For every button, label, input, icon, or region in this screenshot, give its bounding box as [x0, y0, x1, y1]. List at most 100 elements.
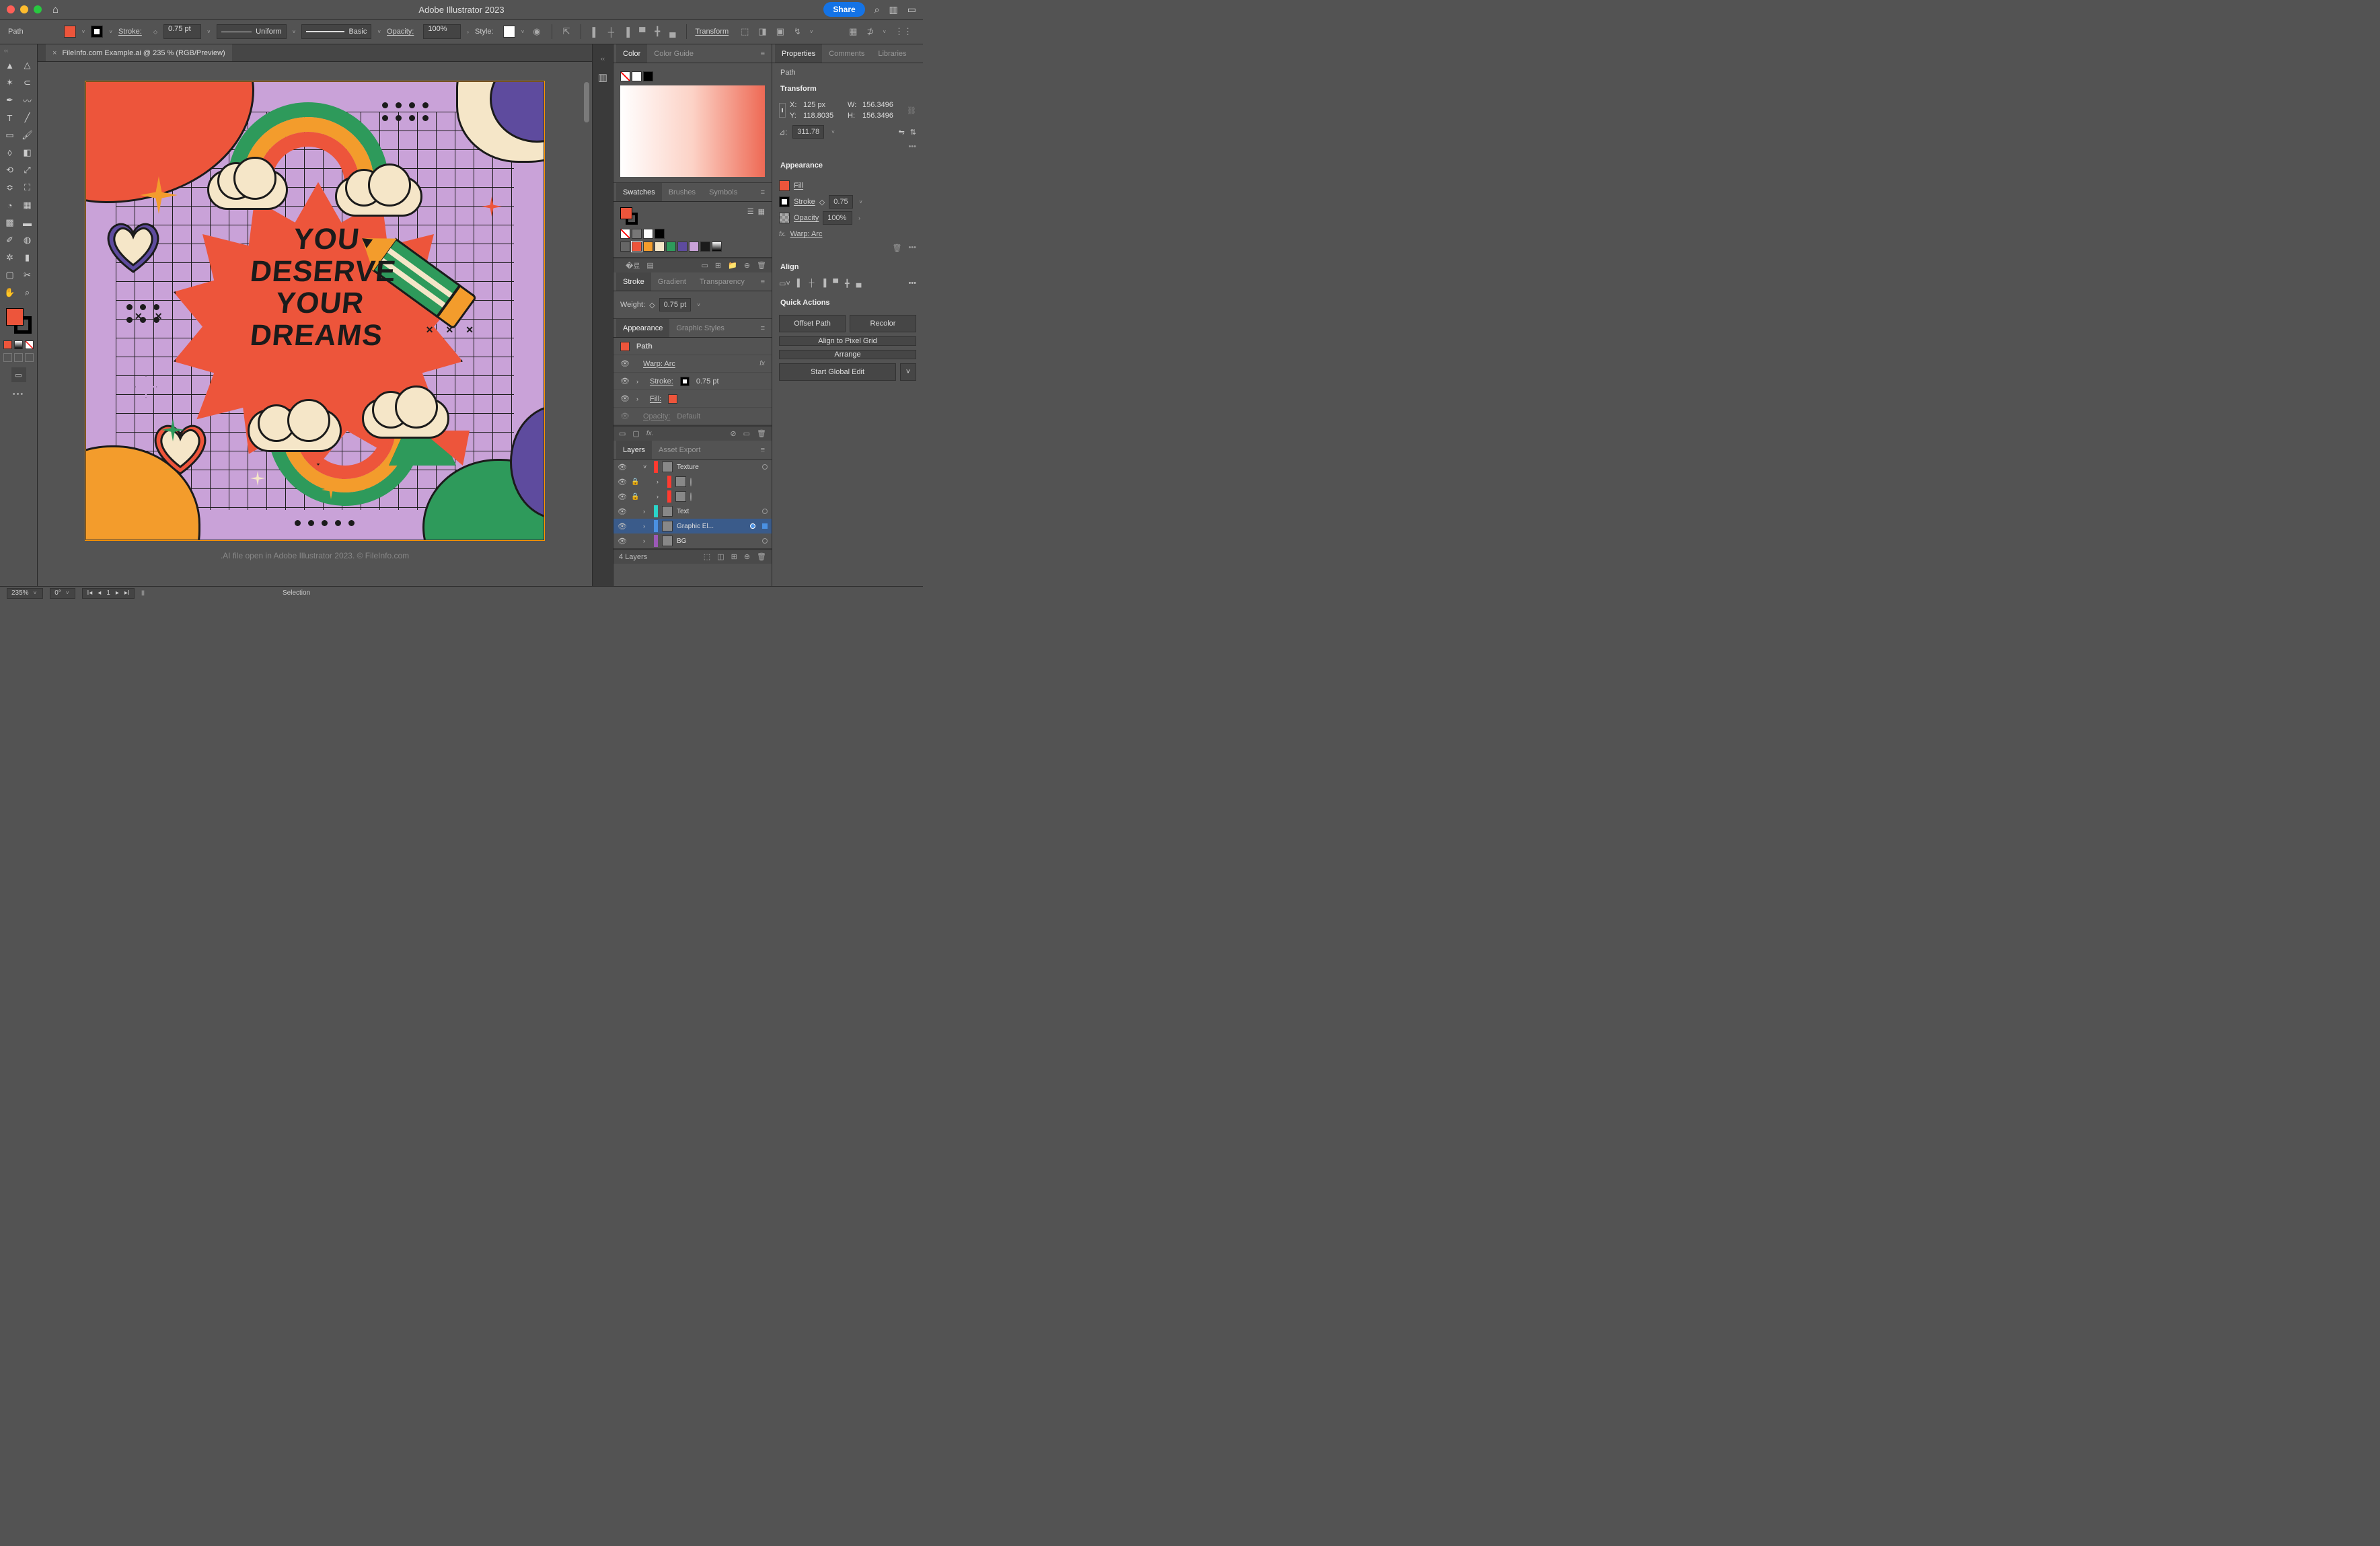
variable-width-profile[interactable]: Uniform: [217, 24, 287, 39]
align-top-icon[interactable]: ▀: [833, 279, 838, 288]
link-wh-icon[interactable]: ⛓: [907, 106, 916, 115]
stroke-weight-input[interactable]: 0.75 pt: [163, 24, 201, 39]
tab-transparency[interactable]: Transparency: [693, 272, 751, 291]
h-input[interactable]: 156.3496: [862, 112, 903, 120]
direct-selection-tool-icon[interactable]: △: [20, 58, 35, 73]
align-bottom-icon[interactable]: ▄: [667, 27, 678, 37]
align-pixel-grid-button[interactable]: Align to Pixel Grid: [779, 336, 916, 346]
rotate-view[interactable]: 0°˅: [50, 588, 75, 599]
target-icon[interactable]: [690, 478, 692, 486]
align-to-icon[interactable]: ▭˅: [779, 279, 790, 288]
recolor-artwork-icon[interactable]: ◉: [530, 26, 543, 37]
draw-inside-icon[interactable]: [25, 353, 34, 362]
caret-icon[interactable]: ˅: [291, 29, 298, 35]
chevron-icon[interactable]: ›: [643, 538, 650, 544]
panel-collapse-icon[interactable]: ‹‹: [1, 47, 8, 54]
free-transform-tool-icon[interactable]: ⛶: [20, 180, 35, 195]
visibility-icon[interactable]: 👁: [618, 537, 627, 546]
chevron-right-icon[interactable]: ›: [636, 378, 643, 385]
align-left-icon[interactable]: ▌: [797, 279, 803, 288]
fill-color-icon[interactable]: [6, 308, 24, 326]
symbol-sprayer-tool-icon[interactable]: ✲: [3, 250, 17, 265]
align-top-icon[interactable]: ▀: [636, 27, 648, 37]
new-sublayer-icon[interactable]: ⊞: [731, 552, 737, 561]
flip-vertical-icon[interactable]: ⇅: [910, 128, 916, 137]
locate-object-icon[interactable]: ⬚: [704, 552, 710, 561]
lock-icon[interactable]: 🔒: [631, 478, 639, 486]
caret-icon[interactable]: ˅: [695, 302, 702, 308]
color-spectrum[interactable]: [620, 85, 765, 177]
delete-swatch-icon[interactable]: 🗑: [757, 261, 766, 270]
layer-row[interactable]: 👁›Graphic El...: [613, 519, 772, 533]
align-left-icon[interactable]: ▌: [589, 27, 601, 37]
tab-stroke[interactable]: Stroke: [616, 272, 651, 291]
pixel-snap-icon[interactable]: ▦: [846, 26, 860, 37]
artboard[interactable]: ✕✕✕ ✕✕ YOU DESERVE YOUR DREAMS: [86, 82, 544, 540]
panel-menu-icon[interactable]: ≡: [757, 188, 769, 196]
expand-dock-icon[interactable]: ‹‹: [601, 55, 605, 62]
caret-icon[interactable]: ˅: [375, 29, 383, 35]
artboard-nav[interactable]: I◂◂1▸▸I: [82, 588, 134, 599]
new-folder-icon[interactable]: 📁: [728, 261, 737, 270]
shape-builder-tool-icon[interactable]: ◔: [3, 198, 17, 213]
type-tool-icon[interactable]: T: [3, 110, 17, 125]
align-icon[interactable]: ⇱: [560, 26, 573, 37]
align-vcenter-icon[interactable]: ╋: [652, 26, 663, 37]
caret-icon[interactable]: ˅: [808, 29, 815, 35]
rotate-tool-icon[interactable]: ⟲: [3, 163, 17, 178]
align-right-icon[interactable]: ▐: [821, 279, 826, 288]
vertical-scrollbar[interactable]: [584, 82, 591, 559]
line-tool-icon[interactable]: ╱: [20, 110, 35, 125]
tab-comments[interactable]: Comments: [822, 44, 871, 63]
rectangle-tool-icon[interactable]: ▭: [3, 128, 17, 143]
brush-definition[interactable]: Basic: [301, 24, 371, 39]
isolate-icon[interactable]: ◨: [755, 26, 769, 37]
gradient-tool-icon[interactable]: ▬: [20, 215, 35, 230]
eyedropper-tool-icon[interactable]: ✐: [3, 233, 17, 248]
chevron-icon[interactable]: ›: [643, 508, 650, 515]
slice-tool-icon[interactable]: ✂: [20, 268, 35, 283]
layer-row[interactable]: 👁˅Texture: [613, 459, 772, 474]
stroke-weight-value[interactable]: 0.75 pt: [659, 298, 692, 311]
tab-graphic-styles[interactable]: Graphic Styles: [669, 319, 731, 337]
stroke-weight-input[interactable]: 0.75: [829, 195, 853, 209]
chevron-icon[interactable]: ›: [657, 493, 663, 500]
opacity-input[interactable]: 100%: [423, 24, 461, 39]
swatch-options-icon[interactable]: ▤: [646, 261, 653, 270]
transform-label[interactable]: Transform: [695, 28, 729, 36]
canvas[interactable]: ✕✕✕ ✕✕ YOU DESERVE YOUR DREAMS .AI file …: [38, 62, 592, 586]
align-hcenter-icon[interactable]: ┼: [809, 279, 815, 288]
tab-color[interactable]: Color: [616, 44, 647, 63]
align-hcenter-icon[interactable]: ┼: [605, 27, 617, 37]
screen-mode-icon[interactable]: ▭: [11, 367, 26, 382]
delete-layer-icon[interactable]: 🗑: [757, 552, 766, 561]
rotate-input[interactable]: 311.78: [792, 125, 824, 139]
blend-tool-icon[interactable]: ◍: [20, 233, 35, 248]
scale-tool-icon[interactable]: ⤢: [20, 163, 35, 178]
color-none-icon[interactable]: [25, 340, 34, 349]
draw-normal-icon[interactable]: [3, 353, 12, 362]
layer-row[interactable]: 👁🔒›: [613, 489, 772, 504]
panel-menu-icon[interactable]: ≡: [757, 278, 769, 286]
make-clipping-mask-icon[interactable]: ◫: [717, 552, 724, 561]
tab-properties[interactable]: Properties: [775, 44, 822, 63]
more-options-icon[interactable]: •••: [908, 279, 916, 288]
curvature-tool-icon[interactable]: 〰: [20, 93, 35, 108]
close-window-icon[interactable]: [7, 5, 15, 13]
workspace-switcher-icon[interactable]: ▭: [907, 4, 916, 15]
target-icon[interactable]: [762, 509, 768, 514]
close-tab-icon[interactable]: ×: [52, 49, 57, 57]
eraser-tool-icon[interactable]: ◧: [20, 145, 35, 160]
fill-swatch[interactable]: [64, 26, 76, 38]
layer-row[interactable]: 👁›Text: [613, 504, 772, 519]
swatch-library-icon[interactable]: �료: [626, 260, 640, 271]
delete-effect-icon[interactable]: 🗑: [892, 244, 901, 252]
global-edit-options-icon[interactable]: ˅: [900, 363, 916, 381]
offset-path-button[interactable]: Offset Path: [779, 315, 846, 332]
caret-icon[interactable]: ˅: [205, 29, 213, 35]
hand-tool-icon[interactable]: ✋: [3, 285, 17, 300]
target-icon[interactable]: [750, 523, 755, 529]
layer-row[interactable]: 👁🔒›: [613, 474, 772, 489]
panel-menu-icon[interactable]: ≡: [757, 50, 769, 58]
edit-toolbar-icon[interactable]: •••: [13, 390, 25, 398]
